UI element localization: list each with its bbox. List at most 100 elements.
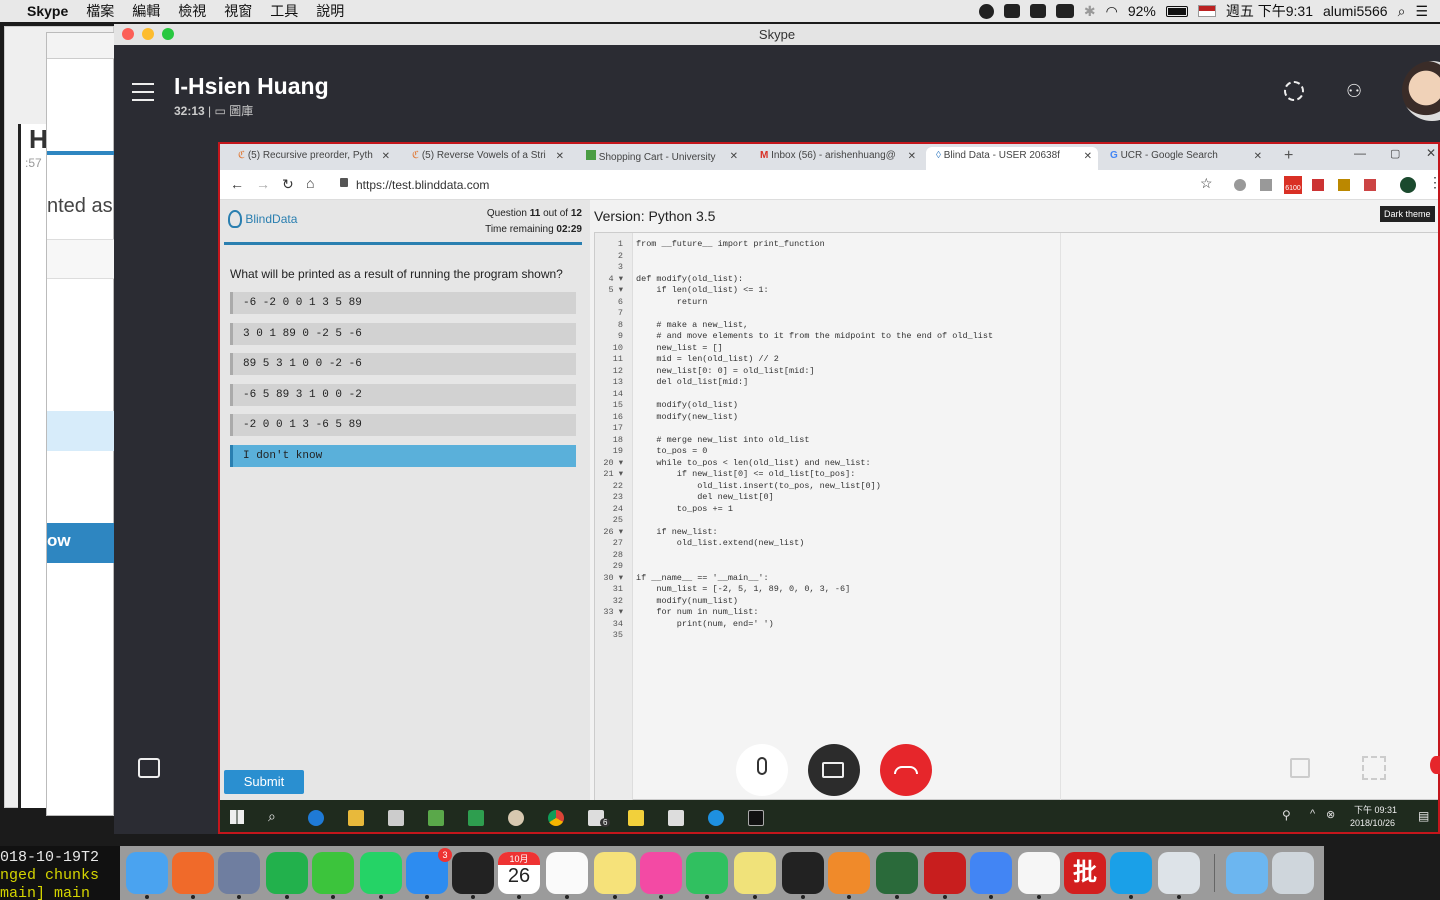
paint-icon[interactable] xyxy=(508,810,524,826)
home-icon[interactable]: ⌂ xyxy=(306,175,314,191)
tab-close-icon[interactable]: ✕ xyxy=(908,151,916,162)
browser-tab[interactable]: M Inbox (56) - arishenhuang@ ✕ xyxy=(750,147,922,170)
dock-firefox-icon[interactable] xyxy=(172,852,214,894)
wechat-status-icon[interactable] xyxy=(1055,4,1074,18)
reload-icon[interactable]: ↻ xyxy=(282,176,294,193)
menu-app-name[interactable]: Skype xyxy=(18,3,77,19)
bookmark-star-icon[interactable]: ☆ xyxy=(1200,175,1213,192)
dropbox-icon[interactable] xyxy=(1003,4,1020,18)
end-call-button[interactable] xyxy=(880,744,932,796)
microphone-button[interactable] xyxy=(736,744,788,796)
switch-view-icon[interactable] xyxy=(1290,758,1310,778)
notification-center-icon[interactable]: ☰ xyxy=(1415,3,1428,20)
app-icon[interactable] xyxy=(428,810,444,826)
tab-close-icon[interactable]: ✕ xyxy=(556,151,564,162)
code-editor[interactable]: 1234 ▾ 5 ▾ 6 7 8 9 10 11 12 13 14 15 16 17 18 19 20 ▾ 21 … xyxy=(594,232,1438,801)
answer-option[interactable]: -6 5 89 3 1 0 0 -2 xyxy=(230,384,576,406)
windows-start-icon[interactable] xyxy=(230,810,244,824)
menu-window[interactable]: 視窗 xyxy=(215,1,261,21)
taskbar-search-icon[interactable]: ⌕ xyxy=(268,808,276,825)
dock-textedit-icon[interactable] xyxy=(1018,852,1060,894)
zoom-window-button[interactable] xyxy=(162,28,174,40)
dock-skype-icon[interactable] xyxy=(1110,852,1152,894)
menu-tools[interactable]: 工具 xyxy=(261,1,307,21)
tab-close-icon[interactable]: ✕ xyxy=(1254,151,1262,162)
spotlight-search-icon[interactable]: ⌕ xyxy=(1398,3,1406,20)
chrome-taskbar-icon[interactable] xyxy=(548,810,564,826)
forward-arrow-icon[interactable]: → xyxy=(256,176,270,192)
calendar-icon[interactable] xyxy=(668,810,684,826)
dock-trash-icon[interactable] xyxy=(1272,852,1314,894)
dock-launchpad-icon[interactable] xyxy=(218,852,260,894)
skype-status-icon[interactable] xyxy=(978,3,994,19)
self-avatar[interactable] xyxy=(1402,61,1440,121)
tray-date[interactable]: 2018/10/26 xyxy=(1350,818,1395,828)
gallery-link[interactable]: 圖庫 xyxy=(229,104,253,118)
file-explorer-icon[interactable] xyxy=(348,810,364,826)
submit-button[interactable]: Submit xyxy=(224,770,304,794)
tab-close-icon[interactable]: ✕ xyxy=(730,151,738,162)
settings-gear-icon[interactable] xyxy=(1284,81,1304,101)
browser-tab[interactable]: Shopping Cart - University ✕ xyxy=(576,147,744,170)
win-close-icon[interactable]: ✕ xyxy=(1426,146,1436,160)
dock-scrivener-icon[interactable] xyxy=(876,852,918,894)
browser-tab[interactable]: G UCR - Google Search ✕ xyxy=(1100,147,1268,170)
answer-option[interactable]: 3 0 1 89 0 -2 5 -6 xyxy=(230,323,576,345)
browser-menu-icon[interactable]: ⋮ xyxy=(1428,174,1438,191)
dock-calendar-icon[interactable]: 10月 26 xyxy=(498,852,540,894)
wifi-icon[interactable]: ◠ xyxy=(1106,3,1118,20)
app-icon[interactable] xyxy=(468,810,484,826)
input-flag-icon[interactable] xyxy=(1197,5,1216,17)
menu-file[interactable]: 檔案 xyxy=(77,1,123,21)
dock-terminal-icon[interactable] xyxy=(452,852,494,894)
dock-finder-icon[interactable] xyxy=(126,852,168,894)
url-field[interactable]: https://test.blinddata.com xyxy=(356,178,489,192)
dock-github-icon[interactable] xyxy=(782,852,824,894)
skype-taskbar-icon[interactable] xyxy=(708,810,724,826)
dock-itunes-icon[interactable] xyxy=(640,852,682,894)
tray-network-icon[interactable]: ⊗ xyxy=(1326,808,1335,821)
answer-option[interactable]: -2 0 0 1 3 -6 5 89 xyxy=(230,414,576,436)
extension-icon[interactable] xyxy=(1312,179,1324,191)
dock-notes-icon[interactable] xyxy=(594,852,636,894)
browser-tab[interactable]: ℭ (5) Reverse Vowels of a Stri ✕ xyxy=(402,147,570,170)
tray-chevron-icon[interactable]: ^ xyxy=(1310,808,1315,820)
menu-edit[interactable]: 編輯 xyxy=(123,1,169,21)
add-participant-icon[interactable]: ⚇ xyxy=(1346,81,1366,101)
gallery-icon[interactable]: ▭ xyxy=(215,104,226,118)
extension-icon[interactable] xyxy=(1338,179,1350,191)
profile-avatar[interactable] xyxy=(1400,177,1416,193)
extension-icon[interactable] xyxy=(1364,179,1376,191)
sticky-notes-icon[interactable] xyxy=(628,810,644,826)
screenshot-icon[interactable] xyxy=(1362,756,1386,780)
menu-view[interactable]: 檢視 xyxy=(169,1,215,21)
dock-reminders-icon[interactable] xyxy=(546,852,588,894)
tab-close-icon[interactable]: ✕ xyxy=(382,151,390,162)
answer-option[interactable]: 89 5 3 1 0 0 -2 -6 xyxy=(230,353,576,375)
terminal-taskbar-icon[interactable] xyxy=(748,810,764,826)
battery-icon[interactable] xyxy=(1165,5,1188,17)
dock---icon[interactable]: 批 xyxy=(1064,852,1106,894)
win-minimize-icon[interactable]: — xyxy=(1354,146,1366,160)
dock-app-store-icon[interactable]: 3 xyxy=(406,848,452,894)
new-tab-button[interactable]: + xyxy=(1284,147,1293,165)
browser-tab-active[interactable]: ◊ Blind Data - USER 20638f ✕ xyxy=(926,147,1098,170)
extension-icon[interactable] xyxy=(1260,179,1272,191)
bluetooth-icon[interactable]: ✱ xyxy=(1084,3,1096,20)
tray-time[interactable]: 下午 09:31 xyxy=(1354,803,1397,816)
edge-icon[interactable] xyxy=(308,810,324,826)
extension-icon[interactable] xyxy=(1234,179,1246,191)
menu-user[interactable]: alumi5566 xyxy=(1323,3,1388,19)
browser-tab[interactable]: ℭ (5) Recursive preorder, Pyth ✕ xyxy=(228,147,396,170)
answer-option[interactable]: -6 -2 0 0 1 3 5 89 xyxy=(230,292,576,314)
win-maximize-icon[interactable]: ▢ xyxy=(1390,147,1400,160)
minimize-window-button[interactable] xyxy=(142,28,154,40)
dock-whatsapp-icon[interactable] xyxy=(360,852,402,894)
video-toggle-button[interactable] xyxy=(808,744,860,796)
answer-option-selected[interactable]: I don't know xyxy=(230,445,576,467)
dock-chrome-icon[interactable] xyxy=(970,852,1012,894)
people-icon[interactable]: ⚲ xyxy=(1282,808,1291,822)
gmail-extension-icon[interactable]: 6100 xyxy=(1284,176,1302,194)
dock-sublime-text-icon[interactable] xyxy=(828,852,870,894)
action-center-icon[interactable]: ▤ xyxy=(1418,809,1429,823)
